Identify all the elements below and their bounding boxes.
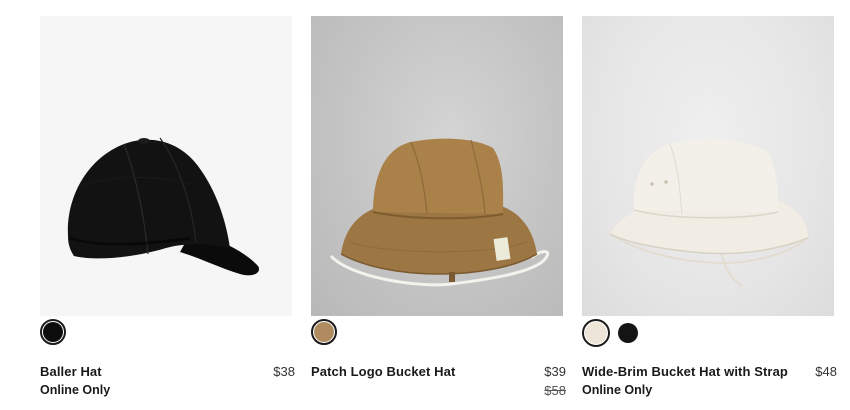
product-price: $38: [273, 364, 295, 379]
bucket-hat-image: [329, 138, 550, 287]
swatch-dot: [618, 323, 638, 343]
product-card[interactable]: Wide-Brim Bucket Hat with Strap $48 Onli…: [582, 0, 837, 410]
original-price: $58: [544, 383, 566, 398]
product-name[interactable]: Baller Hat: [40, 364, 102, 379]
product-image[interactable]: [311, 16, 563, 316]
swatch-dot: [585, 322, 607, 344]
color-swatches: [311, 319, 337, 349]
color-swatch-tan[interactable]: [311, 319, 337, 345]
product-name[interactable]: Wide-Brim Bucket Hat with Strap: [582, 364, 788, 379]
product-image[interactable]: [582, 16, 834, 316]
baseball-cap-image: [67, 137, 260, 276]
online-only-badge: Online Only: [582, 383, 653, 397]
product-image[interactable]: [40, 16, 292, 316]
product-price: $48: [815, 364, 837, 379]
product-price: $39: [544, 364, 566, 379]
color-swatch-black[interactable]: [40, 319, 66, 345]
color-swatch-cream[interactable]: [582, 319, 610, 347]
product-card[interactable]: Patch Logo Bucket Hat $39 $58: [311, 0, 566, 410]
online-only-badge: Online Only: [40, 383, 111, 397]
swatch-dot: [314, 322, 334, 342]
swatch-dot: [43, 322, 63, 342]
color-swatches: [40, 319, 66, 349]
product-name[interactable]: Patch Logo Bucket Hat: [311, 364, 455, 379]
wide-brim-bucket-hat-image: [609, 139, 809, 287]
product-card[interactable]: Baller Hat $38 Online Only: [40, 0, 295, 410]
color-swatches: [582, 319, 642, 349]
color-swatch-black[interactable]: [614, 319, 642, 347]
